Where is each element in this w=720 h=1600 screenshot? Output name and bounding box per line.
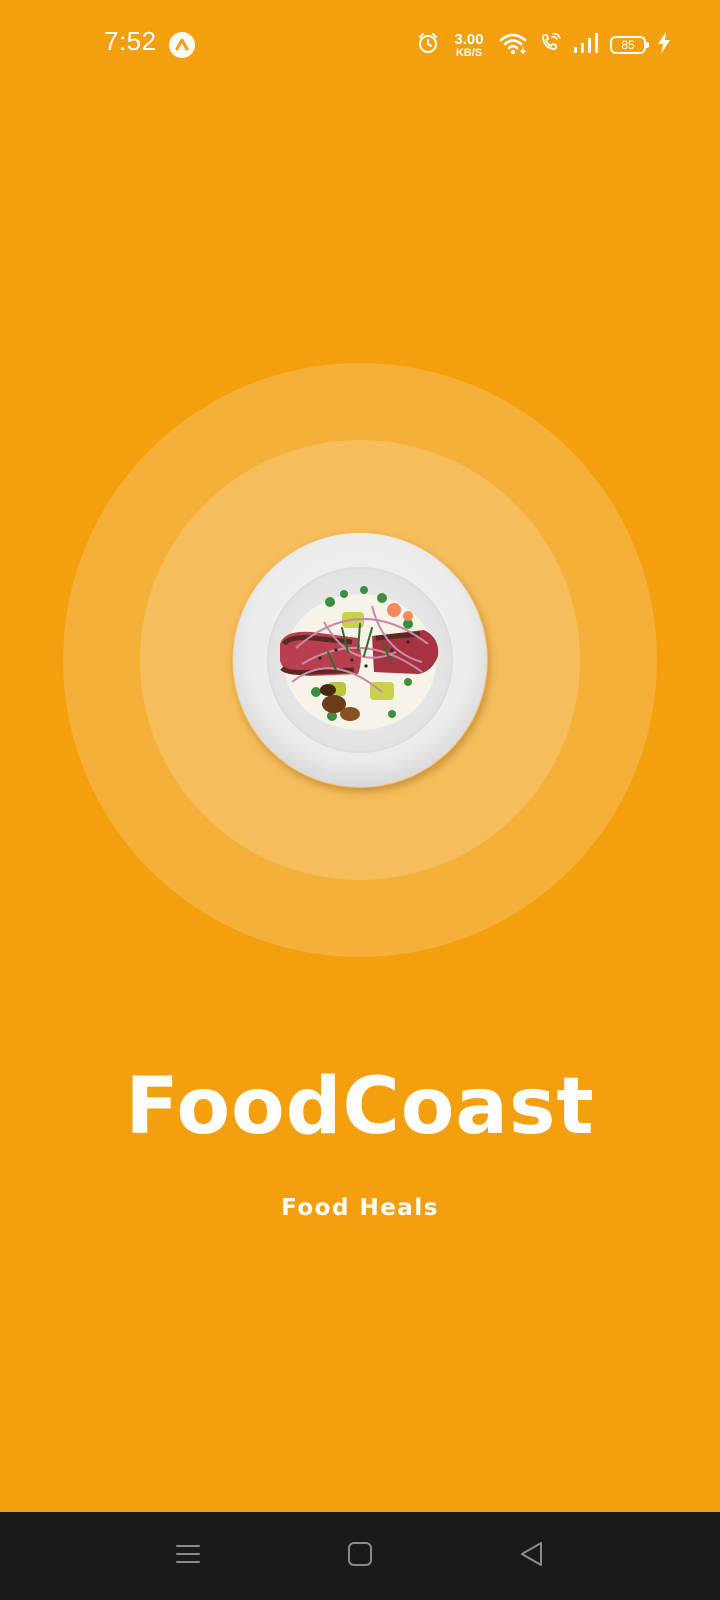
network-speed-value: 3.00 — [454, 30, 484, 48]
back-button[interactable] — [508, 1532, 556, 1580]
home-icon — [346, 1540, 374, 1572]
back-icon — [518, 1540, 546, 1572]
network-speed-unit: KB/S — [455, 46, 483, 59]
app-tagline: Food Heals — [281, 1195, 439, 1221]
food-plate-image — [232, 532, 488, 788]
status-icons: 3.00 KB/S 85 — [416, 28, 672, 62]
network-speed: 3.00 KB/S — [450, 32, 488, 59]
app-notification-icon — [169, 32, 195, 58]
navigation-bar — [0, 1512, 720, 1600]
home-button[interactable] — [336, 1532, 384, 1580]
app-title: FoodCoast — [125, 1062, 595, 1152]
battery-level: 85 — [621, 38, 635, 52]
battery-icon: 85 — [610, 36, 649, 54]
status-time: 7:52 — [104, 26, 157, 56]
splash-screen: 7:52 3.00 KB/S 85 FoodCoast Food Heals — [0, 0, 720, 1600]
charging-icon — [656, 31, 672, 59]
recents-button[interactable] — [164, 1532, 212, 1580]
status-bar: 7:52 3.00 KB/S 85 — [0, 0, 720, 90]
alarm-icon — [416, 31, 440, 59]
wifi-icon — [498, 31, 528, 59]
wifi-calling-icon — [538, 31, 562, 59]
signal-icon — [572, 31, 600, 59]
recents-icon — [174, 1540, 202, 1572]
